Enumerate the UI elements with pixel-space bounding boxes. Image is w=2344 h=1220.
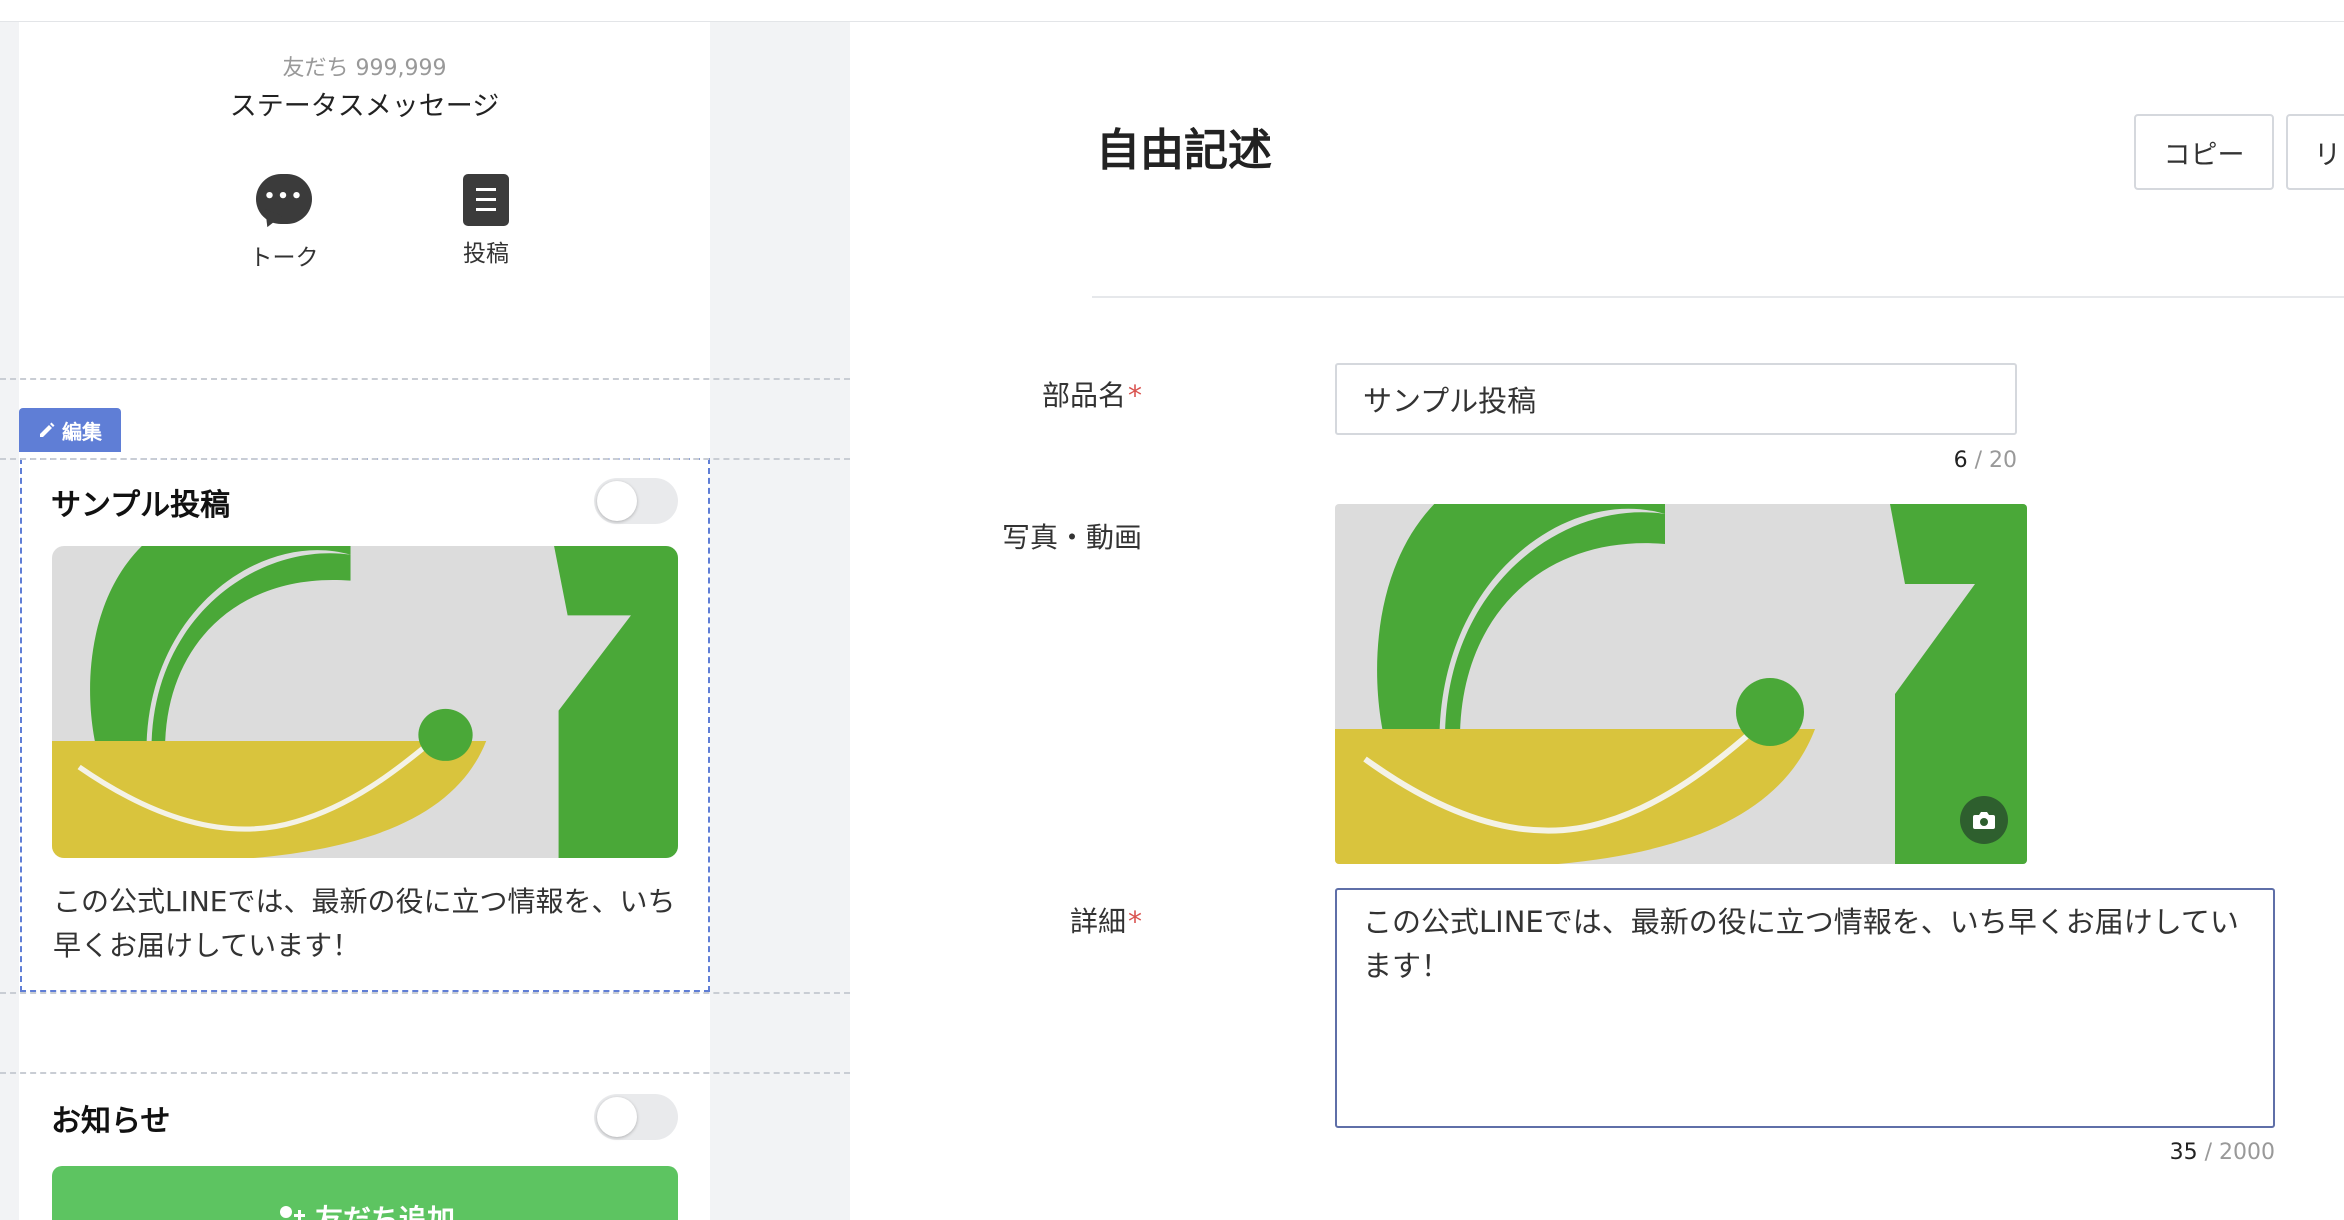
name-input[interactable] [1335,363,2017,435]
notice-title: お知らせ [51,1104,171,1139]
add-friend-icon [279,1206,305,1220]
line-preview-panel: 友だち 999,999 ステータスメッセージ ••• トーク 投稿 編集 サンプ… [19,22,710,1220]
pencil-icon [40,422,55,437]
card-title: サンプル投稿 [51,488,231,523]
card-visibility-toggle[interactable] [594,478,678,524]
name-label: 部品名* [1041,379,1142,412]
media-preview[interactable] [1335,504,2027,864]
name-char-counter: 6 / 20 [1953,448,2017,473]
card-image [52,546,678,858]
editor-panel: 自由記述 コピー リ 部品名* 6 / 20 写真・動画 詳細* この公式LIN… [850,22,2344,1220]
top-border [0,0,2344,22]
post-button[interactable]: 投稿 [416,174,556,268]
copy-button[interactable]: コピー [2134,114,2274,190]
friends-count: 友だち 999,999 [282,56,447,81]
add-friend-button[interactable]: 友だち追加 [52,1166,678,1220]
section-divider [0,378,850,380]
section-divider [0,1072,850,1074]
talk-label: トーク [249,245,319,271]
talk-icon: ••• [256,174,312,231]
notice-visibility-toggle[interactable] [594,1094,678,1140]
edit-tag-label: 編集 [62,419,102,444]
detail-char-counter: 35 / 2000 [2169,1140,2275,1165]
status-message: ステータスメッセージ [229,91,500,122]
partial-button[interactable]: リ [2286,114,2344,190]
camera-icon[interactable] [1960,796,2008,844]
media-label: 写真・動画 [1001,521,1142,554]
post-label: 投稿 [463,241,509,267]
required-mark: * [1128,379,1142,412]
post-icon [463,174,509,226]
detail-textarea[interactable]: この公式LINEでは、最新の役に立つ情報を、いち早くお届けしています！ [1335,888,2275,1128]
talk-button[interactable]: ••• トーク [214,174,354,272]
left-gutter [0,22,19,1220]
required-mark: * [1128,905,1142,938]
middle-gutter [710,22,850,1220]
page-title: 自由記述 [1096,125,1272,176]
header-divider [1092,296,2344,298]
detail-label: 詳細* [1069,905,1142,938]
section-divider [0,992,850,994]
add-friend-label: 友だち追加 [314,1203,455,1220]
edit-tag[interactable]: 編集 [19,408,121,452]
card-text: この公式LINEでは、最新の役に立つ情報を、いち早くお届けしています！ [53,885,676,962]
section-divider [0,458,850,460]
